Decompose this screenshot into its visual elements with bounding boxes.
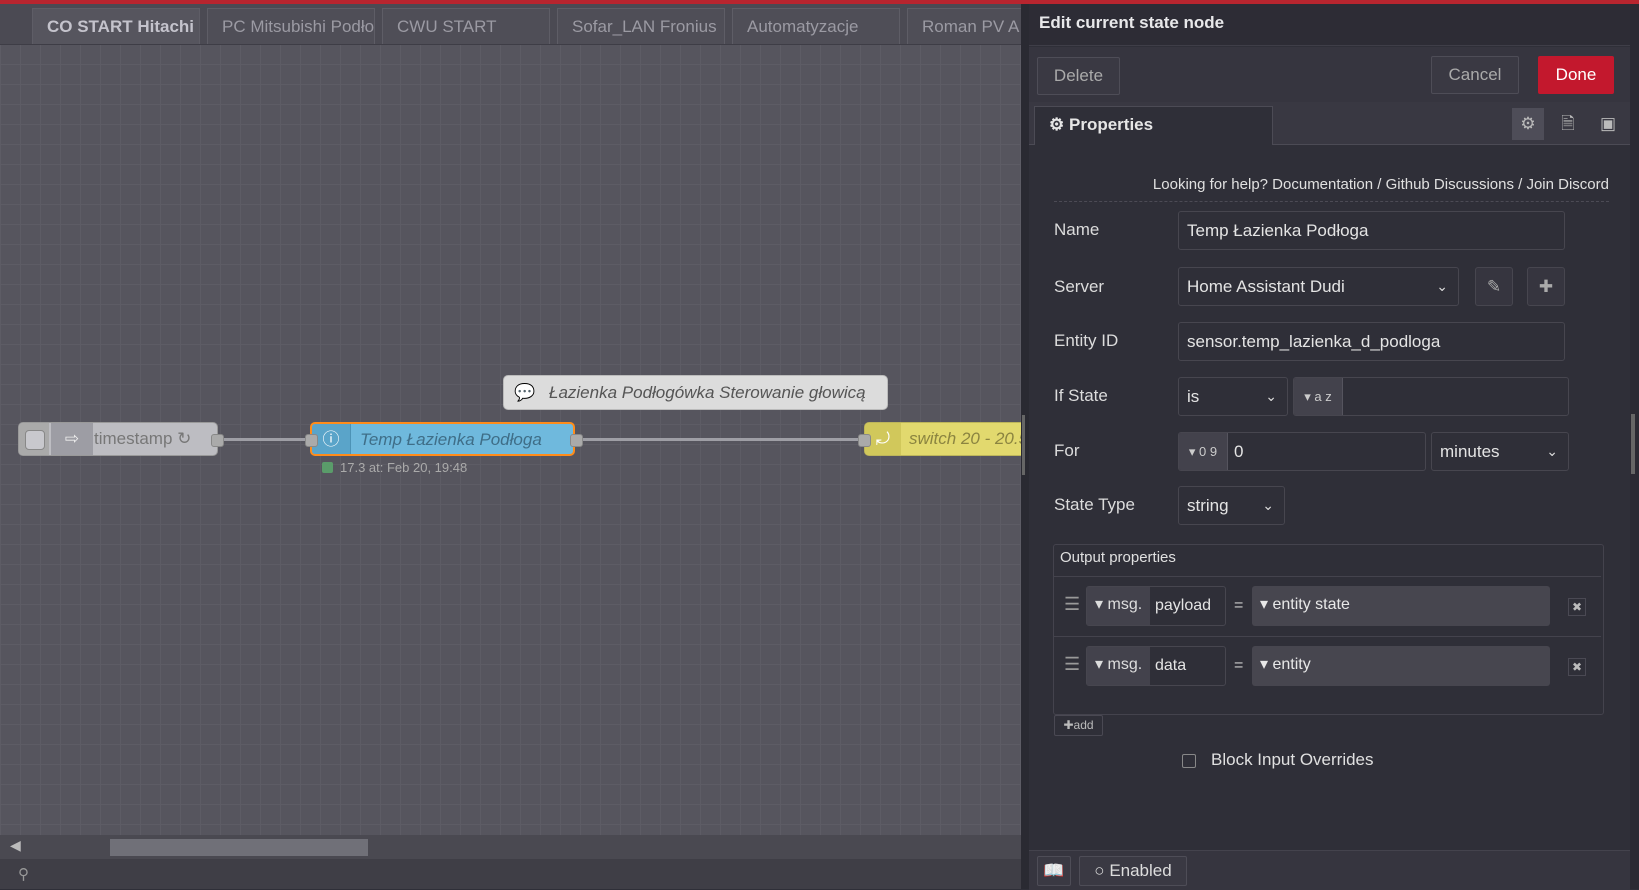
number-type-icon[interactable]: ▾ 0 9 <box>1179 433 1228 470</box>
gear-icon[interactable]: ⚙ <box>1512 108 1544 140</box>
name-label: Name <box>1054 220 1100 239</box>
for-unit-select[interactable]: minutes ⌄ <box>1431 432 1569 471</box>
current-state-node[interactable]: ⓘ Temp Łazienka Podłoga <box>310 422 575 456</box>
output-row: ☰ ▾ msg. payload = ▾ entity state ✖ <box>1054 576 1601 635</box>
server-label: Server <box>1054 277 1105 296</box>
add-output-button[interactable]: ✚add <box>1054 715 1103 736</box>
chevron-down-icon: ⌄ <box>1265 388 1277 404</box>
workspace-footer: ⚲ <box>0 859 1021 889</box>
horizontal-scrollbar[interactable]: ◀ <box>0 835 1021 859</box>
switch-node[interactable]: ⤾ switch 20 - 20.5 <box>864 422 1021 456</box>
done-button[interactable]: Done <box>1538 56 1614 94</box>
flow-tab[interactable]: Sofar_LAN Fronius <box>557 8 725 44</box>
cancel-button[interactable]: Cancel <box>1431 56 1519 94</box>
comment-icon: 💬 <box>514 383 536 402</box>
wire[interactable] <box>574 438 864 441</box>
node-help-button[interactable]: 📖 <box>1037 856 1071 886</box>
if-state-label: If State <box>1054 386 1108 405</box>
chevron-down-icon: ⌄ <box>1436 278 1448 294</box>
block-input-overrides-checkbox[interactable] <box>1182 754 1196 768</box>
remove-row-button[interactable]: ✖ <box>1568 658 1586 676</box>
book-icon: 📖 <box>1043 861 1065 880</box>
chevron-down-icon: ⌄ <box>1546 443 1558 459</box>
delete-button[interactable]: Delete <box>1037 57 1120 95</box>
output-row: ☰ ▾ msg. data = ▾ entity ✖ <box>1054 636 1601 695</box>
flow-tab[interactable]: Automatyzacje <box>732 8 900 44</box>
flow-tab[interactable]: PC Mitsubishi Podłoga <box>207 8 375 44</box>
panel-button-bar: Delete Cancel Done <box>1029 47 1630 102</box>
arrow-icon: ⇨ <box>51 423 93 455</box>
close-icon: ✖ <box>1571 660 1583 674</box>
plus-icon: ✚ <box>1063 718 1074 732</box>
drag-handle-icon[interactable]: ☰ <box>1064 654 1080 675</box>
entity-id-field[interactable]: sensor.temp_lazienka_d_podloga <box>1178 322 1565 361</box>
entity-id-label: Entity ID <box>1054 331 1119 350</box>
node-status-text: 17.3 at: Feb 20, 19:48 <box>340 460 468 475</box>
input-port[interactable] <box>858 434 871 447</box>
chevron-down-icon: ⌄ <box>1262 497 1274 513</box>
help-links[interactable]: Looking for help? Documentation / Github… <box>1054 169 1609 202</box>
wire[interactable] <box>215 438 310 441</box>
output-port[interactable] <box>211 434 224 447</box>
panel-footer: 📖 ○ Enabled <box>1029 850 1630 890</box>
splitter-grip[interactable] <box>1022 415 1025 475</box>
msg-property-field[interactable]: ▾ msg. data <box>1086 646 1226 686</box>
gear-icon: ⚙ <box>1049 115 1065 134</box>
server-select[interactable]: Home Assistant Dudi ⌄ <box>1178 267 1459 306</box>
description-icon[interactable]: 🗎 <box>1552 108 1584 140</box>
state-type-select[interactable]: string ⌄ <box>1178 486 1285 525</box>
search-icon[interactable]: ⚲ <box>18 865 29 883</box>
output-properties-title: Output properties <box>1060 549 1176 566</box>
flow-tab[interactable]: CO START Hitachi <box>32 8 200 44</box>
state-type-label: State Type <box>1054 495 1135 514</box>
value-type-select[interactable]: ▾ entity state <box>1252 586 1550 626</box>
msg-property-field[interactable]: ▾ msg. payload <box>1086 586 1226 626</box>
panel-title: Edit current state node <box>1029 4 1630 46</box>
inject-node[interactable]: ⇨ timestamp ↻ <box>18 422 218 456</box>
string-type-icon[interactable]: ▾ a z <box>1294 378 1343 415</box>
inject-button[interactable] <box>25 430 45 450</box>
status-dot <box>322 462 333 473</box>
for-value-field[interactable]: ▾ 0 9 0 <box>1178 432 1426 471</box>
edit-server-button[interactable]: ✎ <box>1475 267 1513 306</box>
comment-node[interactable]: 💬 Łazienka Podłogówka Sterowanie głowicą <box>503 375 888 410</box>
panel-tab-bar: ⚙ Properties ⚙ 🗎 ▣ <box>1029 102 1630 145</box>
circle-icon: ○ <box>1094 861 1105 880</box>
flow-tab-bar: CO START Hitachi PC Mitsubishi Podłoga C… <box>0 4 1021 45</box>
flow-tab[interactable]: Roman PV A <box>907 8 1021 44</box>
close-icon: ✖ <box>1571 600 1583 614</box>
flow-tab[interactable]: CWU START <box>382 8 550 44</box>
panel-scroll-thumb[interactable] <box>1631 414 1635 474</box>
name-field[interactable]: Temp Łazienka Podłoga <box>1178 211 1565 250</box>
enabled-toggle[interactable]: ○ Enabled <box>1079 856 1187 886</box>
if-state-value-field[interactable]: ▾ a z <box>1293 377 1569 416</box>
for-label: For <box>1054 441 1080 460</box>
block-input-overrides-label: Block Input Overrides <box>1211 750 1374 769</box>
drag-handle-icon[interactable]: ☰ <box>1064 594 1080 615</box>
pencil-icon: ✎ <box>1486 277 1502 296</box>
add-server-button[interactable]: ✚ <box>1527 267 1565 306</box>
value-type-select[interactable]: ▾ entity <box>1252 646 1550 686</box>
flow-workspace[interactable]: CO START Hitachi PC Mitsubishi Podłoga C… <box>0 4 1021 889</box>
scroll-thumb[interactable] <box>110 839 368 856</box>
input-port[interactable] <box>305 434 318 447</box>
edit-panel: Edit current state node Delete Cancel Do… <box>1029 4 1630 890</box>
appearance-icon[interactable]: ▣ <box>1592 108 1624 140</box>
remove-row-button[interactable]: ✖ <box>1568 598 1586 616</box>
if-state-operator-select[interactable]: is ⌄ <box>1178 377 1288 416</box>
scroll-left-icon[interactable]: ◀ <box>10 837 21 854</box>
tab-properties[interactable]: ⚙ Properties <box>1034 106 1273 145</box>
output-port[interactable] <box>570 434 583 447</box>
plus-icon: ✚ <box>1538 277 1554 296</box>
